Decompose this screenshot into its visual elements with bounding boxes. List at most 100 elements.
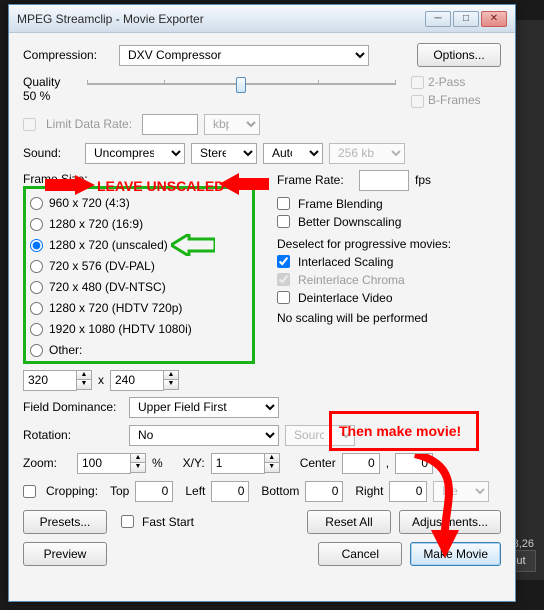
fs-radio-hdtv-720p[interactable] [30, 302, 43, 315]
dimension-x: x [98, 373, 104, 387]
fast-start-label: Fast Start [142, 515, 194, 529]
xy-spinner[interactable]: ▲▼ [211, 453, 280, 474]
custom-width-spinner[interactable]: ▲▼ [23, 370, 92, 391]
center-y-input[interactable] [395, 453, 433, 474]
titlebar[interactable]: MPEG Streamclip - Movie Exporter ─ □ ✕ [9, 5, 515, 33]
xy-input[interactable] [211, 453, 265, 474]
compression-label: Compression: [23, 48, 113, 62]
deinterlace-video-checkbox[interactable] [277, 291, 290, 304]
frame-rate-label: Frame Rate: [277, 173, 353, 187]
custom-width-input[interactable] [23, 370, 77, 391]
fs-radio-other[interactable] [30, 344, 43, 357]
crop-dest-select: Destinati [433, 481, 489, 502]
limit-datarate-checkbox [23, 118, 36, 131]
fs-label-7[interactable]: Other: [49, 343, 82, 357]
fs-label-6[interactable]: 1920 x 1080 (HDTV 1080i) [49, 322, 192, 336]
zoom-input[interactable] [77, 453, 131, 474]
scaling-note: No scaling will be performed [277, 311, 501, 325]
deinterlace-video-label: Deinterlace Video [298, 291, 393, 305]
frame-size-label: Frame Size: [23, 172, 88, 186]
spin-down-icon[interactable]: ▼ [265, 463, 279, 472]
make-movie-button[interactable]: Make Movie [410, 542, 501, 566]
custom-height-input[interactable] [110, 370, 164, 391]
fs-radio-1280x720-16-9[interactable] [30, 218, 43, 231]
fs-label-3[interactable]: 720 x 576 (DV-PAL) [49, 259, 155, 273]
cropping-label: Cropping: [46, 484, 104, 498]
frame-blending-checkbox[interactable] [277, 197, 290, 210]
movie-exporter-window: MPEG Streamclip - Movie Exporter ─ □ ✕ C… [8, 4, 516, 602]
options-button[interactable]: Options... [417, 43, 501, 67]
custom-height-spinner[interactable]: ▲▼ [110, 370, 179, 391]
fs-label-0[interactable]: 960 x 720 (4:3) [49, 196, 130, 210]
quality-percent: 50 % [23, 89, 71, 103]
crop-right-input[interactable] [389, 481, 427, 502]
zoom-pct: % [152, 456, 163, 470]
preview-button[interactable]: Preview [23, 542, 107, 566]
fs-radio-dv-pal[interactable] [30, 260, 43, 273]
fs-radio-dv-ntsc[interactable] [30, 281, 43, 294]
limit-datarate-input [142, 114, 198, 135]
fs-label-5[interactable]: 1280 x 720 (HDTV 720p) [49, 301, 182, 315]
frame-blending-label: Frame Blending [298, 197, 383, 211]
twopass-label: 2-Pass [428, 75, 465, 89]
bframes-label: B-Frames [428, 93, 481, 107]
reinterlace-chroma-label: Reinterlace Chroma [298, 273, 405, 287]
limit-datarate-unit: kbps [204, 114, 260, 135]
sound-channels-select[interactable]: Stereo [191, 143, 257, 164]
spin-up-icon[interactable]: ▲ [164, 371, 178, 380]
adjustments-button[interactable]: Adjustments... [399, 510, 501, 534]
close-button[interactable]: ✕ [481, 11, 507, 27]
limit-datarate-label: Limit Data Rate: [46, 117, 136, 131]
maximize-button[interactable]: □ [453, 11, 479, 27]
zoom-spinner[interactable]: ▲▼ [77, 453, 146, 474]
quality-label: Quality [23, 75, 71, 89]
presets-button[interactable]: Presets... [23, 510, 107, 534]
cropping-checkbox[interactable] [23, 485, 36, 498]
spin-down-icon[interactable]: ▼ [164, 380, 178, 389]
crop-left-label: Left [185, 484, 205, 498]
fs-label-1[interactable]: 1280 x 720 (16:9) [49, 217, 143, 231]
fs-radio-1280x720-unscaled[interactable] [30, 239, 43, 252]
rotation-select[interactable]: No [129, 425, 279, 446]
crop-bottom-label: Bottom [261, 484, 299, 498]
deselect-note: Deselect for progressive movies: [277, 237, 501, 251]
spin-down-icon[interactable]: ▼ [131, 463, 145, 472]
fs-radio-960x720-4-3[interactable] [30, 197, 43, 210]
quality-slider[interactable] [87, 75, 395, 93]
fs-radio-hdtv-1080i[interactable] [30, 323, 43, 336]
field-dominance-select[interactable]: Upper Field First [129, 397, 279, 418]
sound-codec-select[interactable]: Uncompressed [85, 143, 185, 164]
bframes-checkbox [411, 95, 424, 108]
center-x-input[interactable] [342, 453, 380, 474]
center-comma: , [386, 456, 389, 470]
crop-top-input[interactable] [135, 481, 173, 502]
spin-down-icon[interactable]: ▼ [77, 380, 91, 389]
crop-top-label: Top [110, 484, 129, 498]
frame-rate-input[interactable] [359, 170, 409, 191]
crop-right-label: Right [355, 484, 383, 498]
better-downscaling-checkbox[interactable] [277, 215, 290, 228]
cancel-button[interactable]: Cancel [318, 542, 402, 566]
fs-label-4[interactable]: 720 x 480 (DV-NTSC) [49, 280, 166, 294]
crop-bottom-input[interactable] [305, 481, 343, 502]
interlaced-scaling-label: Interlaced Scaling [298, 255, 393, 269]
fs-label-2[interactable]: 1280 x 720 (unscaled) [49, 238, 168, 252]
minimize-button[interactable]: ─ [425, 11, 451, 27]
fast-start-checkbox[interactable] [121, 515, 134, 528]
fps-label: fps [415, 173, 431, 187]
interlaced-scaling-checkbox[interactable] [277, 255, 290, 268]
crop-left-input[interactable] [211, 481, 249, 502]
reinterlace-chroma-checkbox [277, 273, 290, 286]
frame-size-group: 960 x 720 (4:3) 1280 x 720 (16:9) 1280 x… [23, 186, 255, 364]
xy-label: X/Y: [183, 456, 205, 470]
spin-up-icon[interactable]: ▲ [265, 454, 279, 463]
zoom-label: Zoom: [23, 456, 71, 470]
reset-all-button[interactable]: Reset All [307, 510, 391, 534]
sound-rate-select[interactable]: Auto [263, 143, 323, 164]
spin-up-icon[interactable]: ▲ [77, 371, 91, 380]
spin-up-icon[interactable]: ▲ [131, 454, 145, 463]
field-dominance-label: Field Dominance: [23, 400, 123, 414]
rotation-source-select: Source [285, 425, 355, 446]
rotation-label: Rotation: [23, 428, 123, 442]
compression-select[interactable]: DXV Compressor [119, 45, 369, 66]
